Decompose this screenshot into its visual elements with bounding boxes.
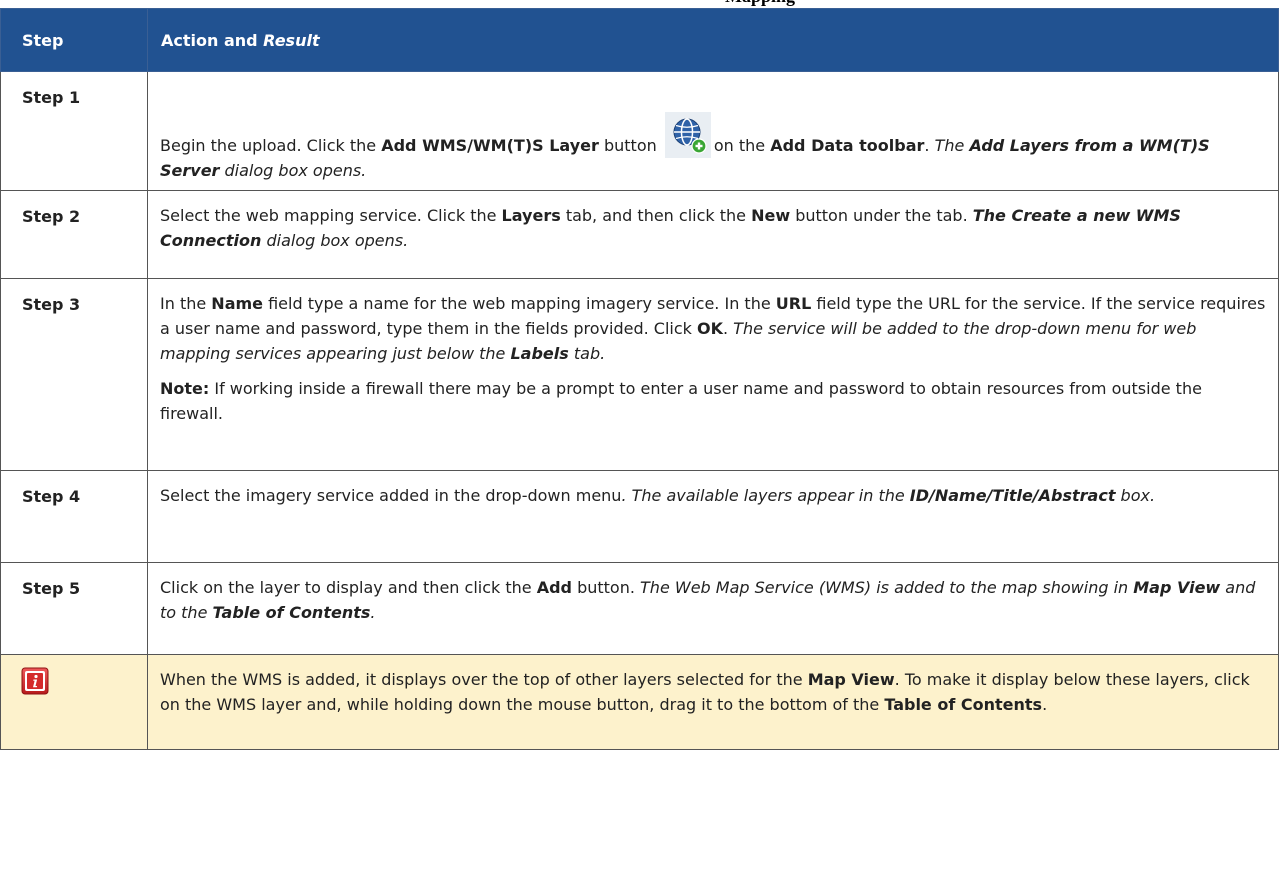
text-run: dialog box opens. xyxy=(261,231,409,250)
step-1-text: Begin the upload. Click the Add WMS/WM(T… xyxy=(160,112,1266,183)
step-label: Step 2 xyxy=(0,190,148,279)
text-run: field type a name for the web mapping im… xyxy=(263,294,776,313)
step-label: Step 4 xyxy=(0,470,148,563)
table-row-step-2: Step 2 Select the web mapping service. C… xyxy=(0,190,1279,279)
step-3-text: In the Name field type a name for the we… xyxy=(160,291,1266,366)
step-label: Step 1 xyxy=(0,71,148,191)
text-run: New xyxy=(751,206,791,225)
step-label: Step 5 xyxy=(0,562,148,655)
text-run: When the WMS is added, it displays over … xyxy=(160,670,808,689)
text-run: The Web Map Service (WMS) is added to th… xyxy=(640,578,1134,597)
table-header-row: Step Action and Result xyxy=(0,8,1279,72)
step-2-text: Select the web mapping service. Click th… xyxy=(160,203,1266,253)
text-run: Click on the layer to display and then c… xyxy=(160,578,537,597)
step-action: Select the web mapping service. Click th… xyxy=(147,190,1279,279)
text-run: . xyxy=(370,603,376,622)
text-run: tab, and then click the xyxy=(560,206,752,225)
text-run: Name xyxy=(211,294,264,313)
header-step: Step xyxy=(0,8,148,72)
text-run: . xyxy=(1042,695,1048,714)
text-run: If working inside a firewall there may b… xyxy=(160,379,1202,423)
header-action: Action and Result xyxy=(147,8,1279,72)
step-5-text: Click on the layer to display and then c… xyxy=(160,575,1266,625)
note-icon-cell xyxy=(0,654,148,750)
text-run: URL xyxy=(775,294,812,313)
text-run: Table of Contents xyxy=(212,603,371,622)
text-run: dialog box opens. xyxy=(219,161,367,180)
text-run: Map View xyxy=(1133,578,1221,597)
table-row-step-5: Step 5 Click on the layer to display and… xyxy=(0,562,1279,655)
text-run: ID/Name/Title/Abstract xyxy=(909,486,1116,505)
step-action: Select the imagery service added in the … xyxy=(147,470,1279,563)
text-run: . xyxy=(723,319,734,338)
text-run: Table of Contents xyxy=(884,695,1043,714)
table-row-step-3: Step 3 In the Name field type a name for… xyxy=(0,278,1279,471)
text-run: The xyxy=(934,136,970,155)
text-run: button xyxy=(598,136,662,155)
note-text-cell: When the WMS is added, it displays over … xyxy=(147,654,1279,750)
step-action: In the Name field type a name for the we… xyxy=(147,278,1279,471)
table-row-step-1: Step 1 Begin the upload. Click the Add W… xyxy=(0,71,1279,191)
add-wms-layer-icon xyxy=(664,112,711,158)
text-run: Note: xyxy=(160,379,210,398)
text-run: . xyxy=(924,136,935,155)
text-run: Add WMS/WM(T)S Layer xyxy=(381,136,599,155)
text-run: OK xyxy=(697,319,723,338)
header-action-result: Result xyxy=(263,30,320,50)
step-3-note: Note: If working inside a firewall there… xyxy=(160,376,1266,426)
text-run: In the xyxy=(160,294,212,313)
text-run: Begin the upload. Click the xyxy=(160,136,382,155)
table-row-step-4: Step 4 Select the imagery service added … xyxy=(0,470,1279,563)
text-run: Map View xyxy=(807,670,895,689)
step-action: Click on the layer to display and then c… xyxy=(147,562,1279,655)
text-run: Select the web mapping service. Click th… xyxy=(160,206,502,225)
text-run: tab. xyxy=(568,344,606,363)
step-action: Begin the upload. Click the Add WMS/WM(T… xyxy=(147,71,1279,191)
text-run: button under the tab. xyxy=(790,206,973,225)
text-run: on the xyxy=(713,136,771,155)
text-run: Add xyxy=(536,578,572,597)
steps-table: Step Action and Result Step 1 Begin the … xyxy=(0,8,1279,750)
table-row-note: When the WMS is added, it displays over … xyxy=(0,654,1279,750)
text-run: Select the imagery service added in the … xyxy=(160,486,622,505)
text-run: . The available layers appear in the xyxy=(621,486,910,505)
header-action-prefix: Action and xyxy=(161,30,264,50)
info-icon xyxy=(21,667,49,695)
text-run: Labels xyxy=(510,344,569,363)
text-run: button. xyxy=(572,578,641,597)
text-run: Add Data toolbar xyxy=(770,136,925,155)
step-4-text: Select the imagery service added in the … xyxy=(160,483,1266,508)
note-text: When the WMS is added, it displays over … xyxy=(160,667,1266,717)
text-run: box. xyxy=(1115,486,1156,505)
step-label: Step 3 xyxy=(0,278,148,471)
text-run: Layers xyxy=(501,206,561,225)
